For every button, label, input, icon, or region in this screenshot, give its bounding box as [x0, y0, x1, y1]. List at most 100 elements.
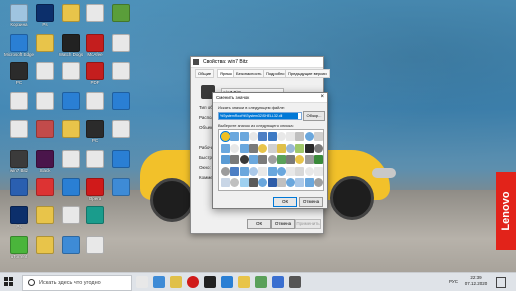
icon-option[interactable] [239, 178, 249, 187]
icon-option[interactable] [248, 143, 258, 153]
notification-icon[interactable] [496, 277, 506, 288]
taskbar-app-icon[interactable] [204, 276, 216, 288]
icon-option[interactable] [221, 166, 230, 176]
icon-option[interactable] [267, 143, 277, 153]
icon-option[interactable] [230, 178, 240, 187]
icon-option[interactable] [239, 143, 249, 153]
apply-button[interactable]: Применить [295, 219, 321, 229]
taskbar-app-icon[interactable] [255, 276, 267, 288]
taskbar-app-icon[interactable] [289, 276, 301, 288]
icon-option[interactable] [276, 155, 286, 164]
properties-title: Свойства: win7 Bitz [203, 59, 248, 65]
icon-option[interactable] [295, 155, 305, 164]
change-icon-titlebar[interactable]: Сменить значок × [213, 93, 327, 103]
desktop-icon[interactable] [80, 236, 110, 254]
icon-option[interactable] [239, 155, 249, 164]
icon-option[interactable] [248, 178, 258, 187]
icon-option[interactable] [314, 132, 323, 141]
desktop-icon[interactable] [106, 120, 136, 138]
icon-option[interactable] [286, 155, 296, 164]
ok-button[interactable]: ОК [247, 219, 271, 229]
desktop-icon[interactable] [106, 4, 136, 22]
icon-option[interactable] [304, 132, 314, 141]
taskbar-app-icon[interactable] [187, 276, 199, 288]
icon-option[interactable] [304, 166, 314, 176]
icon-option[interactable] [258, 166, 268, 176]
tab-security[interactable]: Безопасность [233, 69, 265, 78]
icon-option[interactable] [286, 143, 296, 153]
icon-option[interactable] [295, 143, 305, 153]
windows-start-icon[interactable] [4, 277, 14, 287]
taskbar-app-icon[interactable] [136, 276, 148, 288]
icon-option[interactable] [286, 178, 296, 187]
icon-option[interactable] [276, 143, 286, 153]
icon-option[interactable] [248, 166, 258, 176]
desktop-icon[interactable] [106, 62, 136, 80]
icon-option[interactable] [230, 132, 240, 141]
icon-option[interactable] [258, 155, 268, 164]
desktop-icon[interactable] [106, 34, 136, 52]
taskbar-app-icon[interactable] [221, 276, 233, 288]
taskbar-app-icon[interactable] [238, 276, 250, 288]
desktop-icon[interactable] [80, 206, 110, 224]
icon-option[interactable] [314, 155, 323, 164]
icon-option[interactable] [304, 155, 314, 164]
desktop-icon[interactable] [106, 178, 136, 196]
icon-file-path-input[interactable]: %SystemRoot%\System32\SHELL32.dll [218, 112, 302, 120]
clock[interactable]: 22:39 07.12.2020 [462, 275, 490, 287]
cancel-button[interactable]: Отмена [271, 219, 295, 229]
taskbar-app-icon[interactable] [153, 276, 165, 288]
icon-option[interactable] [267, 178, 277, 187]
icon-option[interactable] [220, 131, 231, 142]
icon-option[interactable] [267, 166, 277, 176]
icon-option[interactable] [239, 166, 249, 176]
browse-button[interactable]: Обзор... [303, 111, 325, 121]
icon-option[interactable] [295, 166, 305, 176]
wallpaper-car-wheel [330, 176, 374, 220]
icon-option[interactable] [258, 132, 268, 141]
icon-option[interactable] [258, 143, 268, 153]
icon-option[interactable] [276, 132, 286, 141]
icon-option[interactable] [258, 178, 268, 187]
icon-option[interactable] [276, 166, 286, 176]
taskbar-search-input[interactable]: Искать здесь что угодно [22, 275, 132, 291]
icon-option[interactable] [221, 155, 230, 164]
icon-option[interactable] [221, 178, 230, 187]
app-icon [86, 150, 104, 168]
properties-titlebar[interactable]: Свойства: win7 Bitz [191, 57, 323, 68]
taskbar-app-icon[interactable] [170, 276, 182, 288]
icon-option[interactable] [304, 178, 314, 187]
tab-details[interactable]: Подробно [263, 69, 288, 78]
desktop-icon[interactable] [106, 92, 136, 110]
icon-option[interactable] [230, 155, 240, 164]
change-icon-dialog: Сменить значок × Искать значки в следующ… [212, 92, 328, 209]
icon-option[interactable] [314, 166, 323, 176]
icon-option[interactable] [221, 143, 230, 153]
tab-general[interactable]: Общие [195, 69, 215, 78]
icon-option[interactable] [276, 178, 286, 187]
change-icon-ok-button[interactable]: ОК [273, 197, 297, 207]
icon-option[interactable] [239, 132, 249, 141]
icon-option[interactable] [286, 166, 296, 176]
icon-option[interactable] [248, 132, 258, 141]
icon-option[interactable] [267, 155, 277, 164]
icon-option[interactable] [286, 132, 296, 141]
icon-option[interactable] [295, 178, 305, 187]
icon-option[interactable] [304, 143, 314, 153]
app-icon [36, 4, 54, 22]
language-indicator[interactable]: РУС [449, 279, 458, 284]
icon-option[interactable] [230, 166, 240, 176]
icon-list[interactable] [218, 129, 324, 191]
tab-previous-versions[interactable]: Предыдущие версии [285, 69, 330, 78]
close-icon[interactable]: × [320, 93, 324, 102]
change-icon-cancel-button[interactable]: Отмена [299, 197, 323, 207]
desktop-icon[interactable] [106, 150, 136, 168]
icon-option[interactable] [248, 155, 258, 164]
icon-option[interactable] [295, 132, 305, 141]
desktop-icon-label: Microsoft Edge [4, 52, 34, 57]
icon-option[interactable] [314, 178, 323, 187]
icon-option[interactable] [230, 143, 240, 153]
icon-option[interactable] [314, 143, 323, 153]
icon-option[interactable] [267, 132, 277, 141]
taskbar-app-icon[interactable] [272, 276, 284, 288]
